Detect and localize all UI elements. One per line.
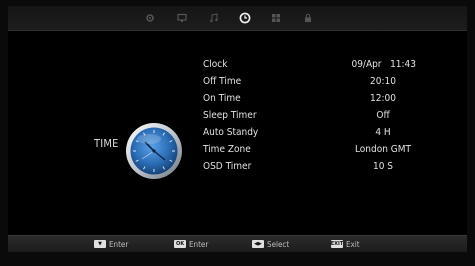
setting-row-on-time[interactable]: On Time 12:00 [203,90,443,107]
hint-label: Select [267,239,290,249]
setting-row-off-time[interactable]: Off Time 20:10 [203,73,443,90]
setting-label: Auto Standy [203,127,259,138]
left-right-key-icon: ◀▶ [252,240,264,248]
lock-icon[interactable] [299,9,317,27]
ok-key-icon: OK [174,240,186,248]
setting-row-time-zone[interactable]: Time Zone London GMT [203,141,443,158]
setting-label: Clock [203,59,228,70]
picture-gear-icon[interactable] [141,9,159,27]
hint-select: ◀▶ Select [252,239,289,249]
setting-value: 10 S [372,161,393,172]
time-settings-list: Clock 09/Apr 11:43 Off Time 20:10 On Tim… [203,56,443,175]
setting-value: Off [376,110,390,121]
menu-tab-bar [8,6,467,31]
tv-settings-screen: TIME Clock 09/Apr 11:43 Off Time 20:10 O… [8,6,467,252]
hint-enter-ok: OK Enter [174,239,208,249]
setting-label: Time Zone [203,144,251,155]
grid-icon[interactable] [267,9,285,27]
setting-row-clock[interactable]: Clock 09/Apr 11:43 [203,56,443,73]
setting-value: 09/Apr 11:43 [351,59,416,70]
setting-label: Off Time [203,76,242,87]
exit-key-icon: EXIT [330,240,344,248]
setting-value: 20:10 [370,76,396,87]
setting-value: London GMT [354,144,412,155]
hint-label: Enter [109,239,129,249]
enter-key-icon: ▼ [94,240,106,248]
setting-label: OSD Timer [203,161,252,172]
section-title: TIME [94,137,119,150]
hint-label: Exit [346,239,360,249]
setting-row-sleep-timer[interactable]: Sleep Timer Off [203,107,443,124]
hint-label: Enter [189,239,209,249]
hint-exit: EXIT Exit [331,239,360,249]
setting-label: Sleep Timer [203,110,257,121]
key-hint-bar: ▼ Enter OK Enter ◀▶ Select EXIT Exit [8,235,467,252]
clock-icon[interactable] [236,9,254,27]
monitor-icon[interactable] [173,9,191,27]
setting-row-osd-timer[interactable]: OSD Timer 10 S [203,158,443,175]
setting-value: 4 H [375,127,391,138]
setting-value: 12:00 [370,93,396,104]
music-note-icon[interactable] [205,9,223,27]
hint-enter-down: ▼ Enter [94,239,128,249]
setting-row-auto-standby[interactable]: Auto Standy 4 H [203,124,443,141]
clock-face-icon [125,122,183,180]
setting-label: On Time [203,93,241,104]
